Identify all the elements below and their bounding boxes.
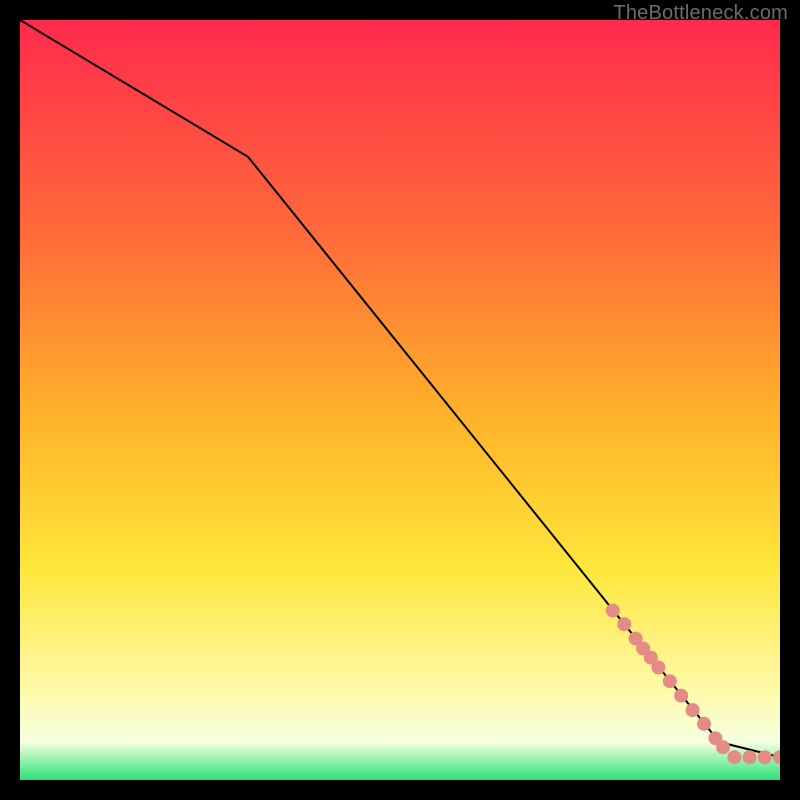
data-point: [651, 661, 665, 675]
chart-stage: TheBottleneck.com: [0, 0, 800, 800]
data-point: [758, 750, 772, 764]
data-point: [663, 674, 677, 688]
data-point: [697, 717, 711, 731]
data-point: [716, 740, 730, 754]
data-point: [674, 689, 688, 703]
bottleneck-chart: [20, 20, 780, 780]
data-point: [606, 604, 620, 618]
gradient-background: [20, 20, 780, 780]
data-point: [686, 703, 700, 717]
data-point: [743, 750, 757, 764]
data-point: [727, 750, 741, 764]
data-point: [617, 617, 631, 631]
